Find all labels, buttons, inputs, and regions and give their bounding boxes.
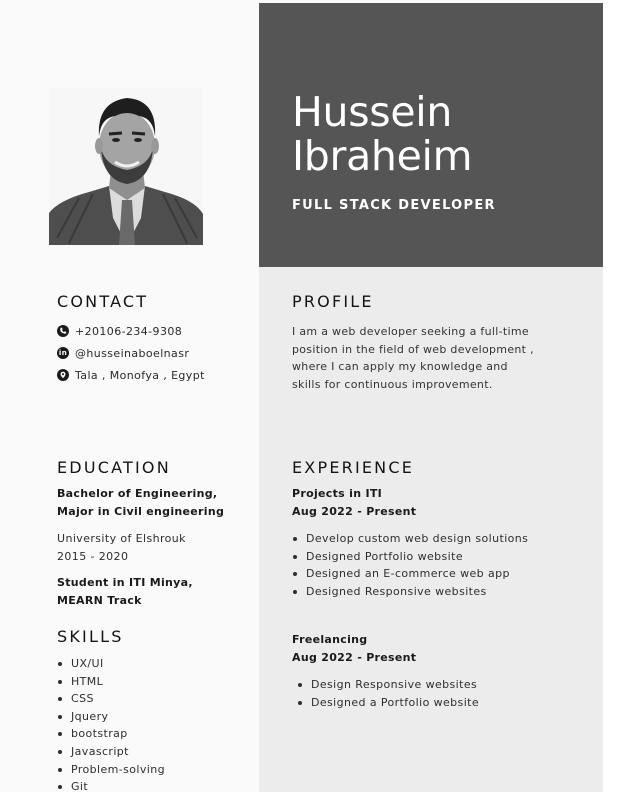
page-margin-right xyxy=(603,0,638,797)
degree-line-2: Major in Civil engineering xyxy=(57,505,225,518)
education-years: 2015 - 2020 xyxy=(57,550,129,563)
skills-heading: SKILLS xyxy=(57,627,124,646)
contact-heading: CONTACT xyxy=(57,292,149,311)
iti-line-2: MEARN Track xyxy=(57,594,142,607)
phone-icon xyxy=(57,325,69,337)
skill-item: bootstrap xyxy=(57,725,165,743)
experience-heading: EXPERIENCE xyxy=(292,458,415,477)
skills-list: UX/UI HTML CSS Jquery bootstrap Javascri… xyxy=(57,655,165,796)
person-name: Hussein Ibraheim xyxy=(292,88,473,180)
location-text: Tala , Monofya , Egypt xyxy=(75,368,205,382)
profile-photo xyxy=(49,88,203,245)
last-name: Ibraheim xyxy=(292,132,473,180)
job-1-duties: Develop custom web design solutions Desi… xyxy=(292,530,528,600)
first-name: Hussein xyxy=(292,88,453,136)
skill-item: UX/UI xyxy=(57,655,165,673)
skill-item: HTML xyxy=(57,673,165,691)
profile-heading: PROFILE xyxy=(292,292,374,311)
profile-line: position in the field of web development… xyxy=(292,342,534,356)
contact-phone: +20106-234-9308 xyxy=(57,324,182,338)
iti-line-1: Student in ITI Minya, xyxy=(57,576,193,589)
skill-item: Git xyxy=(57,778,165,796)
linkedin-handle: @husseinaboelnasr xyxy=(75,346,190,360)
contact-location: Tala , Monofya , Egypt xyxy=(57,368,205,382)
duty-item: Designed a Portfolio website xyxy=(297,694,479,712)
duty-item: Develop custom web design solutions xyxy=(292,530,528,548)
duty-item: Designed Portfolio website xyxy=(292,548,528,566)
profile-line: I am a web developer seeking a full-time xyxy=(292,325,529,338)
university-name: University of Elshrouk xyxy=(57,532,186,545)
location-pin-icon xyxy=(57,369,69,381)
education-heading: EDUCATION xyxy=(57,458,171,477)
duty-item: Design Responsive websites xyxy=(297,676,479,694)
job-2-duties: Design Responsive websites Designed a Po… xyxy=(297,676,479,711)
profile-summary: I am a web developer seeking a full-time… xyxy=(292,323,572,394)
skill-item: Problem-solving xyxy=(57,761,165,779)
duty-item: Designed Responsive websites xyxy=(292,583,528,601)
degree-line-1: Bachelor of Engineering, xyxy=(57,487,218,500)
job-dates-1: Aug 2022 - Present xyxy=(292,505,417,518)
profile-line: where I can apply my knowledge and xyxy=(292,360,508,374)
duty-item: Designed an E-commerce web app xyxy=(292,565,528,583)
contact-linkedin: in @husseinaboelnasr xyxy=(57,346,189,360)
job-title-1: Projects in ITI xyxy=(292,487,383,500)
skill-item: Jquery xyxy=(57,708,165,726)
profile-line: skills for continuous improvement. xyxy=(292,378,493,392)
skill-item: CSS xyxy=(57,690,165,708)
job-dates-2: Aug 2022 - Present xyxy=(292,651,417,664)
skill-item: Javascript xyxy=(57,743,165,761)
portrait-image xyxy=(49,88,203,245)
job-title: FULL STACK DEVELOPER xyxy=(292,198,496,213)
phone-number: +20106-234-9308 xyxy=(75,324,183,338)
linkedin-icon: in xyxy=(57,347,69,359)
job-title-2: Freelancing xyxy=(292,633,368,646)
